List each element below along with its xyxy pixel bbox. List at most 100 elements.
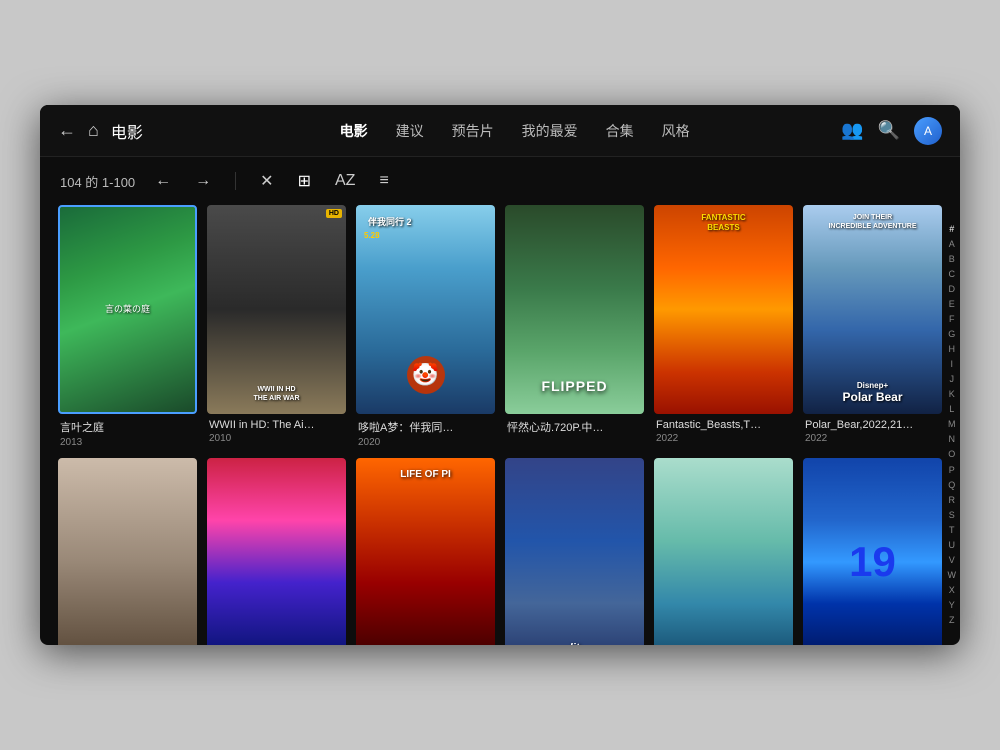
movie-poster-6: JOIN THEIRINCREDIBLE ADVENTURE Disnep+Po… bbox=[803, 205, 942, 414]
poster-text-2: WWII IN HDTHE AIR WAR bbox=[249, 383, 303, 405]
prev-page-button[interactable]: ← bbox=[151, 170, 175, 192]
alphabet-sidebar: # A B C D E F G H I J K L M N O P Q R S … bbox=[948, 225, 957, 625]
alpha-n[interactable]: N bbox=[949, 435, 956, 444]
poster-text-9: LIFE OF PI bbox=[396, 466, 455, 483]
avatar[interactable]: A bbox=[914, 117, 942, 145]
movie-info-1: 言叶之庭 2013 bbox=[58, 419, 197, 448]
alpha-o[interactable]: O bbox=[948, 450, 955, 459]
alpha-b[interactable]: B bbox=[949, 255, 955, 264]
movie-poster-4: FLIPPED bbox=[505, 205, 644, 414]
movie-poster-7 bbox=[58, 458, 197, 646]
movie-poster-12: 19 bbox=[803, 458, 942, 646]
movie-poster-9: LIFE OF PI bbox=[356, 458, 495, 646]
poster-text-6: JOIN THEIRINCREDIBLE ADVENTURE bbox=[824, 211, 920, 233]
movie-poster-5: FANTASTICBEASTS bbox=[654, 205, 793, 414]
movie-card-12[interactable]: 19 bbox=[803, 458, 942, 646]
grid-view-button[interactable]: ⊞ bbox=[294, 169, 315, 193]
movie-name-1: 言叶之庭 bbox=[60, 419, 195, 435]
movie-name-4: 怦然心动.720P.中… bbox=[507, 419, 642, 435]
alpha-i[interactable]: I bbox=[950, 360, 953, 369]
alpha-f[interactable]: F bbox=[949, 315, 955, 324]
movie-poster-3: 伴我同行 2 5.28 🤡 bbox=[356, 205, 495, 414]
nav-item-suggest[interactable]: 建议 bbox=[396, 121, 424, 141]
alpha-k[interactable]: K bbox=[949, 390, 955, 399]
movie-card-1[interactable]: 言の葉の庭 言叶之庭 2013 bbox=[58, 205, 197, 448]
alpha-u[interactable]: U bbox=[949, 541, 956, 550]
poster-text-10: lit bbox=[570, 642, 580, 645]
movie-card-9[interactable]: LIFE OF PI bbox=[356, 458, 495, 646]
movie-card-5[interactable]: FANTASTICBEASTS Fantastic_Beasts,T… 2022 bbox=[654, 205, 793, 448]
movie-poster-11 bbox=[654, 458, 793, 646]
sort-button[interactable]: ✕ bbox=[256, 169, 277, 193]
alpha-e[interactable]: E bbox=[949, 300, 955, 309]
search-icon[interactable]: 🔍 bbox=[878, 120, 900, 141]
alpha-hash[interactable]: # bbox=[949, 225, 954, 234]
home-icon[interactable]: ⌂ bbox=[88, 120, 99, 141]
alpha-p[interactable]: P bbox=[949, 466, 955, 475]
nav-item-genre[interactable]: 风格 bbox=[662, 121, 690, 141]
alpha-g[interactable]: G bbox=[948, 330, 955, 339]
movie-poster-2: HD WWII IN HDTHE AIR WAR bbox=[207, 205, 346, 414]
poster-text-5: FANTASTICBEASTS bbox=[697, 211, 749, 236]
movie-card-7[interactable] bbox=[58, 458, 197, 646]
movie-grid: 言の葉の庭 言叶之庭 2013 HD WWII IN HDTHE AIR WAR… bbox=[40, 205, 960, 645]
movie-info-5: Fantastic_Beasts,T… 2022 bbox=[654, 419, 793, 444]
alpha-y[interactable]: Y bbox=[949, 601, 955, 610]
nav-item-collection[interactable]: 合集 bbox=[606, 121, 634, 141]
movie-card-3[interactable]: 伴我同行 2 5.28 🤡 哆啦A梦：伴我同… 2020 bbox=[356, 205, 495, 448]
toolbar-separator-1 bbox=[235, 172, 236, 190]
movie-poster-1: 言の葉の庭 bbox=[58, 205, 197, 414]
alpha-w[interactable]: W bbox=[948, 571, 957, 580]
next-page-button[interactable]: → bbox=[191, 170, 215, 192]
nav-right: 👥 🔍 A bbox=[841, 117, 942, 145]
nav-item-favorites[interactable]: 我的最爱 bbox=[522, 121, 578, 141]
people-icon[interactable]: 👥 bbox=[841, 120, 863, 141]
movie-card-10[interactable]: lit bbox=[505, 458, 644, 646]
alpha-d[interactable]: D bbox=[949, 285, 956, 294]
tv-screen: ← ⌂ 电影 电影 建议 预告片 我的最爱 合集 风格 👥 🔍 A 104 的 … bbox=[40, 105, 960, 645]
movie-name-2: WWII in HD: The Ai… bbox=[209, 419, 344, 431]
movie-year-1: 2013 bbox=[60, 437, 195, 448]
movie-card-11[interactable] bbox=[654, 458, 793, 646]
alpha-t[interactable]: T bbox=[949, 526, 955, 535]
movie-card-8[interactable] bbox=[207, 458, 346, 646]
movie-info-4: 怦然心动.720P.中… bbox=[505, 419, 644, 437]
nav-item-trailers[interactable]: 预告片 bbox=[452, 121, 494, 141]
alpha-j[interactable]: J bbox=[950, 375, 955, 384]
movie-name-5: Fantastic_Beasts,T… bbox=[656, 419, 791, 431]
pagination-info: 104 的 1-100 bbox=[60, 172, 135, 191]
poster-text-1: 言の葉の庭 bbox=[101, 299, 154, 320]
alpha-m[interactable]: M bbox=[948, 420, 956, 429]
movie-year-3: 2020 bbox=[358, 437, 493, 448]
alpha-s[interactable]: S bbox=[949, 511, 955, 520]
nav-center: 电影 建议 预告片 我的最爱 合集 风格 bbox=[198, 121, 831, 141]
movie-card-4[interactable]: FLIPPED 怦然心动.720P.中… bbox=[505, 205, 644, 448]
alpha-c[interactable]: C bbox=[949, 270, 956, 279]
nav-bar: ← ⌂ 电影 电影 建议 预告片 我的最爱 合集 风格 👥 🔍 A bbox=[40, 105, 960, 157]
back-icon[interactable]: ← bbox=[58, 120, 76, 141]
movie-poster-10: lit bbox=[505, 458, 644, 646]
alpha-a[interactable]: A bbox=[949, 240, 955, 249]
poster-text-3: 伴我同行 2 bbox=[364, 215, 416, 231]
alpha-h[interactable]: H bbox=[949, 345, 956, 354]
nav-item-movies[interactable]: 电影 bbox=[340, 121, 368, 141]
movie-name-3: 哆啦A梦：伴我同… bbox=[358, 419, 493, 435]
alpha-v[interactable]: V bbox=[949, 556, 955, 565]
alpha-z[interactable]: Z bbox=[949, 616, 955, 625]
alpha-x[interactable]: X bbox=[949, 586, 955, 595]
movie-card-6[interactable]: JOIN THEIRINCREDIBLE ADVENTURE Disnep+Po… bbox=[803, 205, 942, 448]
toolbar: 104 的 1-100 ← → ✕ ⊞ AZ ≡ bbox=[40, 157, 960, 205]
movie-info-6: Polar_Bear,2022,21… 2022 bbox=[803, 419, 942, 444]
az-sort-button[interactable]: AZ bbox=[331, 170, 359, 192]
movie-year-6: 2022 bbox=[805, 433, 940, 444]
alpha-r[interactable]: R bbox=[949, 496, 956, 505]
poster-text-12: 19 bbox=[849, 541, 896, 583]
movie-name-6: Polar_Bear,2022,21… bbox=[805, 419, 940, 431]
alpha-l[interactable]: L bbox=[949, 405, 954, 414]
alpha-q[interactable]: Q bbox=[948, 481, 955, 490]
movie-card-2[interactable]: HD WWII IN HDTHE AIR WAR WWII in HD: The… bbox=[207, 205, 346, 448]
movie-poster-8 bbox=[207, 458, 346, 646]
filter-button[interactable]: ≡ bbox=[375, 170, 392, 192]
nav-title: 电影 bbox=[111, 119, 143, 143]
nav-left: ← ⌂ 电影 bbox=[58, 119, 188, 143]
